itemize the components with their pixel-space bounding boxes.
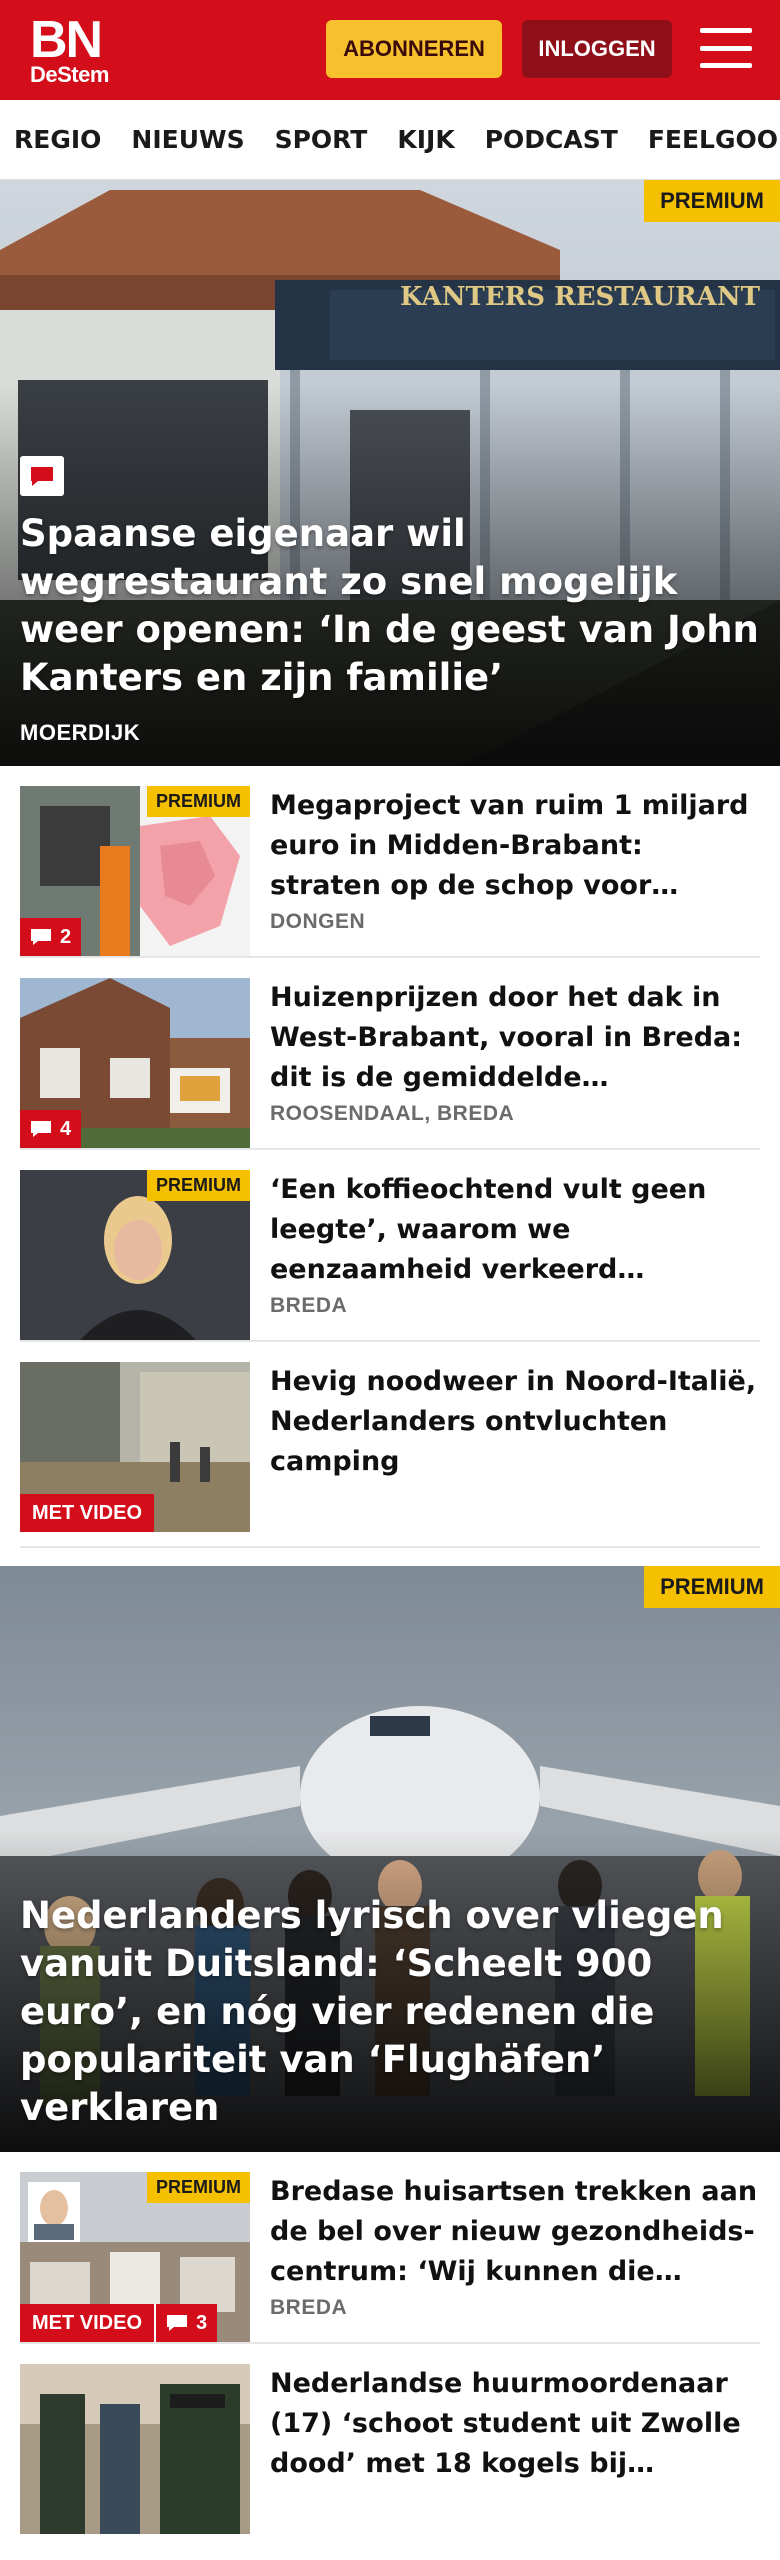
list-item-koffieochtend[interactable]: PREMIUM ‘Een koffieochtend vult geen lee… xyxy=(20,1150,760,1342)
site-header: BN DeStem ABONNEREN INLOGGEN xyxy=(0,0,780,100)
hero-headline[interactable]: Nederlanders lyrisch over vliegen vanuit… xyxy=(20,1892,760,2132)
hero-article-flughafen[interactable]: PREMIUM Nederlanders lyrisch over vliege… xyxy=(0,1566,780,2152)
article-title[interactable]: ‘Een koffieochtend vult geen leegte’, wa… xyxy=(270,1170,760,1290)
hero-headline[interactable]: Spaanse eigenaar wil wegrestaurant zo sn… xyxy=(20,510,760,702)
thumbnail-huisartsen: PREMIUM MET VIDEO 3 xyxy=(20,2172,250,2342)
nav-item-regio[interactable]: REGIO xyxy=(14,125,101,154)
login-button[interactable]: INLOGGEN xyxy=(522,20,672,78)
article-list-2: PREMIUM MET VIDEO 3 Bredase huisartsen t… xyxy=(0,2152,780,2536)
hero-overlay: Nederlanders lyrisch over vliegen vanuit… xyxy=(20,1892,760,2132)
list-item-huurmoordenaar[interactable]: Nederlandse huurmoordenaar (17) ‘schoot … xyxy=(20,2344,760,2536)
hero-location: MOERDIJK xyxy=(20,720,141,745)
article-location: DONGEN xyxy=(270,910,366,933)
nav-item-sport[interactable]: SPORT xyxy=(275,125,368,154)
site-logo[interactable]: BN DeStem xyxy=(30,14,109,86)
comment-count-badge: 2 xyxy=(20,918,82,956)
article-list-1: PREMIUM 2 Megaproject van ruim 1 miljard… xyxy=(0,766,780,1548)
comment-count: 2 xyxy=(60,925,72,948)
premium-badge: PREMIUM xyxy=(147,786,250,817)
nav-item-kijk[interactable]: KIJK xyxy=(397,125,454,154)
thumbnail-huizenprijzen: 4 xyxy=(20,978,250,1148)
article-title[interactable]: Megaproject van ruim 1 miljard euro in M… xyxy=(270,786,760,906)
thumbnail-megaproject: PREMIUM 2 xyxy=(20,786,250,956)
comment-icon xyxy=(31,929,51,945)
list-item-megaproject[interactable]: PREMIUM 2 Megaproject van ruim 1 miljard… xyxy=(20,766,760,958)
nav-item-nieuws[interactable]: NIEUWS xyxy=(131,125,244,154)
nav-item-feelgood[interactable]: FEELGOOD xyxy=(648,125,780,154)
logo-sub: DeStem xyxy=(30,62,109,87)
premium-badge: PREMIUM xyxy=(147,1170,250,1201)
video-badge: MET VIDEO xyxy=(20,2304,157,2342)
hero-article-restaurant[interactable]: KANTERS RESTAURANT PREMIUM Spaanse eigen… xyxy=(0,180,780,766)
premium-badge: PREMIUM xyxy=(147,2172,250,2203)
list-item-huisartsen[interactable]: PREMIUM MET VIDEO 3 Bredase huisartsen t… xyxy=(20,2152,760,2344)
hamburger-menu-icon[interactable] xyxy=(700,24,752,72)
comment-icon xyxy=(31,1121,51,1137)
comment-count: 3 xyxy=(196,2311,208,2334)
article-location: BREDA xyxy=(270,1294,348,1317)
logo-main: BN xyxy=(30,11,103,69)
section-nav: REGIO NIEUWS SPORT KIJK PODCAST FEELGOOD xyxy=(0,100,780,180)
article-title[interactable]: Bredase huisartsen trekken aan de bel ov… xyxy=(270,2172,760,2292)
premium-badge: PREMIUM xyxy=(644,1566,780,1608)
thumbnail-huurmoordenaar xyxy=(20,2364,250,2534)
comment-icon xyxy=(167,2315,188,2331)
video-badge: MET VIDEO xyxy=(20,1494,155,1532)
list-item-huizenprijzen[interactable]: 4 Huizenprijzen door het dak in West-Bra… xyxy=(20,958,760,1150)
article-location: BREDA xyxy=(270,2296,348,2319)
premium-badge: PREMIUM xyxy=(644,180,780,222)
comment-icon xyxy=(20,456,64,496)
comment-count-badge: 3 xyxy=(156,2304,218,2342)
thumbnail-image xyxy=(20,2364,250,2534)
comment-count: 4 xyxy=(60,1117,72,1140)
video-comment-badge: MET VIDEO 3 xyxy=(20,2304,218,2342)
article-title[interactable]: Huizenprijzen door het dak in West-Braba… xyxy=(270,978,760,1098)
nav-item-podcast[interactable]: PODCAST xyxy=(485,125,618,154)
article-location: ROOSENDAAL, BREDA xyxy=(270,1102,515,1125)
hero-overlay: Spaanse eigenaar wil wegrestaurant zo sn… xyxy=(20,456,760,746)
list-item-noodweer[interactable]: MET VIDEO Hevig noodweer in Noord-Italië… xyxy=(20,1342,760,1548)
thumbnail-noodweer: MET VIDEO xyxy=(20,1362,250,1532)
article-title[interactable]: Nederlandse huurmoordenaar (17) ‘schoot … xyxy=(270,2364,760,2484)
comment-count-badge: 4 xyxy=(20,1110,82,1148)
article-title[interactable]: Hevig noodweer in Noord-Italië, Nederlan… xyxy=(270,1362,760,1482)
subscribe-button[interactable]: ABONNEREN xyxy=(326,20,502,78)
thumbnail-koffieochtend: PREMIUM xyxy=(20,1170,250,1340)
